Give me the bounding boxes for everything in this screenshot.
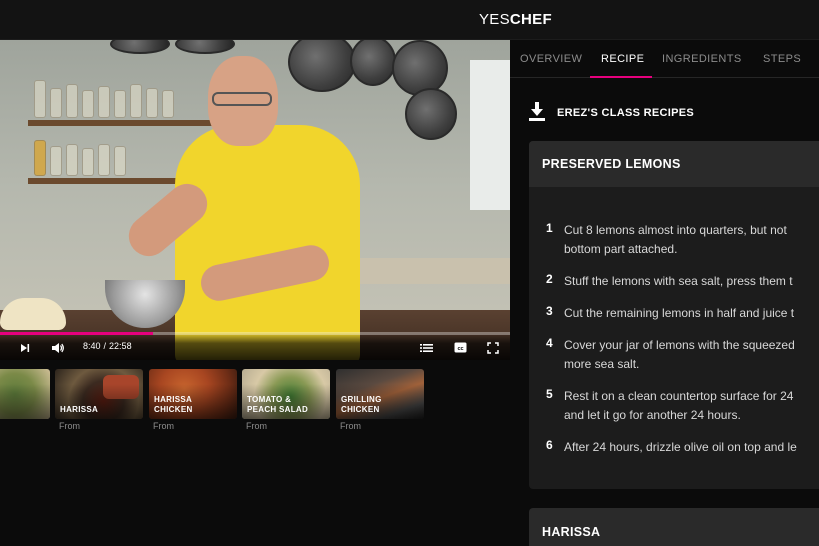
download-icon: [529, 102, 545, 121]
video-player[interactable]: 8:40/22:58 cc: [0, 40, 510, 360]
next-icon[interactable]: [19, 342, 31, 354]
recipe-panel: OVERVIEW RECIPE INGREDIENTS STEPS EREZ'S…: [510, 40, 819, 546]
tab-overview[interactable]: OVERVIEW: [520, 53, 582, 65]
step-text-line: bottom part attached.: [564, 242, 678, 256]
volume-icon[interactable]: [51, 341, 65, 355]
step-text-line: and let it go for another 24 hours.: [564, 408, 741, 422]
carousel-card-tomato-peach-salad[interactable]: TOMATO & PEACH SALAD: [242, 369, 330, 419]
carousel-card-harissa[interactable]: HARISSA: [55, 369, 143, 419]
top-bar: YESCHEF: [0, 0, 819, 40]
step-text-line: Rest it on a clean countertop surface fo…: [564, 389, 794, 403]
active-tab-indicator: [590, 76, 652, 78]
progress-bar[interactable]: [0, 332, 510, 335]
step-number: 3: [546, 304, 553, 318]
controls-bar: [0, 332, 510, 360]
recipe-card-harissa[interactable]: HARISSA: [529, 508, 819, 546]
step-text-line: After 24 hours, drizzle olive oil on top…: [564, 440, 797, 454]
step-number: 5: [546, 387, 553, 401]
cc-icon[interactable]: cc: [454, 342, 467, 353]
carousel-card-title: HARISSA: [60, 405, 99, 414]
step-number: 4: [546, 336, 553, 350]
tab-steps[interactable]: STEPS: [763, 53, 801, 65]
carousel-card-title: GRILLING CHICKEN: [341, 395, 382, 414]
recipe-card-preserved-lemons: PRESERVED LEMONS 1 Cut 8 lemons almost i…: [529, 141, 819, 489]
time-separator: /: [103, 341, 107, 351]
recipe-carousel: HARISSA From HARISSA CHICKEN From TOMATO…: [0, 369, 520, 439]
duration: 22:58: [109, 341, 132, 351]
tab-recipe[interactable]: RECIPE: [601, 53, 644, 65]
carousel-card-harissa-chicken[interactable]: HARISSA CHICKEN: [149, 369, 237, 419]
carousel-card-grilling-chicken[interactable]: GRILLING CHICKEN: [336, 369, 424, 419]
fullscreen-icon[interactable]: [487, 342, 499, 354]
list-icon[interactable]: [420, 342, 433, 354]
progress-fill: [0, 332, 153, 335]
step-text-line: Cover your jar of lemons with the squeez…: [564, 338, 795, 352]
carousel-card-sub: From: [153, 421, 174, 431]
step-text-line: Cut 8 lemons almost into quarters, but n…: [564, 223, 787, 237]
carousel-card[interactable]: [0, 369, 50, 419]
recipe-title: PRESERVED LEMONS: [542, 157, 681, 171]
video-time: 8:40/22:58: [83, 341, 132, 351]
download-label: EREZ'S CLASS RECIPES: [557, 107, 694, 119]
step-text-line: more sea salt.: [564, 357, 640, 371]
step-number: 6: [546, 438, 553, 452]
svg-text:cc: cc: [457, 346, 463, 352]
carousel-card-sub: From: [340, 421, 361, 431]
tab-bar: OVERVIEW RECIPE INGREDIENTS STEPS: [510, 40, 819, 78]
carousel-card-sub: From: [59, 421, 80, 431]
recipe-title: HARISSA: [542, 525, 601, 539]
brand-logo-bold: CHEF: [509, 11, 552, 28]
step-number: 1: [546, 221, 553, 235]
brand-logo-light: YES: [479, 11, 510, 28]
carousel-card-title: TOMATO & PEACH SALAD: [247, 395, 309, 414]
tab-ingredients[interactable]: INGREDIENTS: [662, 53, 742, 65]
current-time: 8:40: [83, 341, 101, 351]
brand-logo[interactable]: YESCHEF: [479, 11, 552, 28]
step-text-line: Stuff the lemons with sea salt, press th…: [564, 274, 793, 288]
carousel-card-sub: From: [246, 421, 267, 431]
video-frame: [0, 40, 510, 360]
recipe-header[interactable]: PRESERVED LEMONS: [529, 141, 819, 187]
step-text-line: Cut the remaining lemons in half and jui…: [564, 306, 795, 320]
step-number: 2: [546, 272, 553, 286]
carousel-card-title: HARISSA CHICKEN: [154, 395, 193, 414]
